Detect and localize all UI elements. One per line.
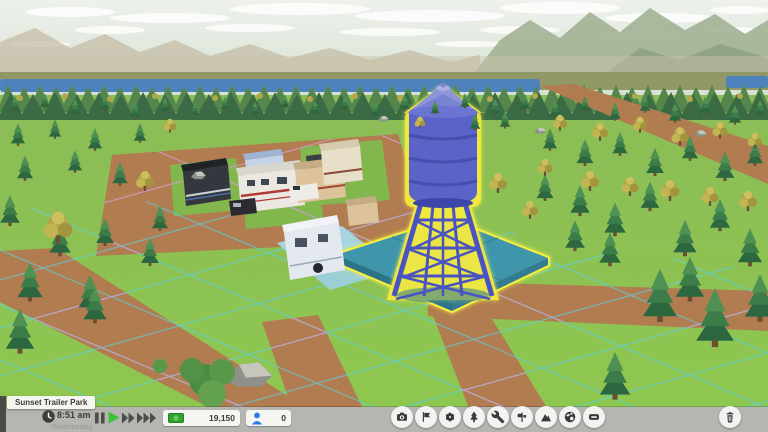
decorations-button[interactable] [439,406,461,428]
wrench-icon [491,410,505,424]
caravan-icon [587,410,601,424]
caravan[interactable] [282,215,345,280]
flag-button[interactable] [415,406,437,428]
clock-time: 8:51 am [57,410,91,420]
panel-edge [0,396,6,432]
world-button[interactable] [559,406,581,428]
small-tan-trailer[interactable] [345,196,379,226]
black-rv[interactable] [181,158,231,206]
signpost-icon [515,410,529,424]
camera-button[interactable] [391,406,413,428]
game-viewport[interactable] [0,0,768,432]
fastest-button[interactable] [137,411,156,429]
globe-icon [563,410,577,424]
mountain-icon [539,410,553,424]
pine-tree-icon [467,410,481,424]
dark-car[interactable] [229,198,257,216]
fast-forward-button[interactable] [122,411,135,429]
trash-icon [723,410,737,424]
terrain-button[interactable] [535,406,557,428]
game-screen: Sunset Trailer Park 8:51 am Wednesday 19… [0,0,768,432]
flag-icon [419,410,433,424]
utilities-button[interactable] [487,406,509,428]
flower-icon [443,410,457,424]
trailers-button[interactable] [583,406,605,428]
camera-icon [395,410,409,424]
population-display: 0 [246,410,291,426]
pause-button[interactable] [95,411,105,429]
population-value: 0 [263,413,291,423]
build-toolbar [391,406,605,428]
delete-button[interactable] [719,406,741,428]
play-button[interactable] [108,411,120,429]
money-icon [168,413,184,423]
money-value: 19,150 [184,413,240,423]
trees-button[interactable] [463,406,485,428]
signs-button[interactable] [511,406,533,428]
population-icon [251,412,263,425]
park-name-tab[interactable]: Sunset Trailer Park [7,396,95,409]
money-display: 19,150 [163,410,240,426]
cream-rv[interactable] [319,139,363,185]
